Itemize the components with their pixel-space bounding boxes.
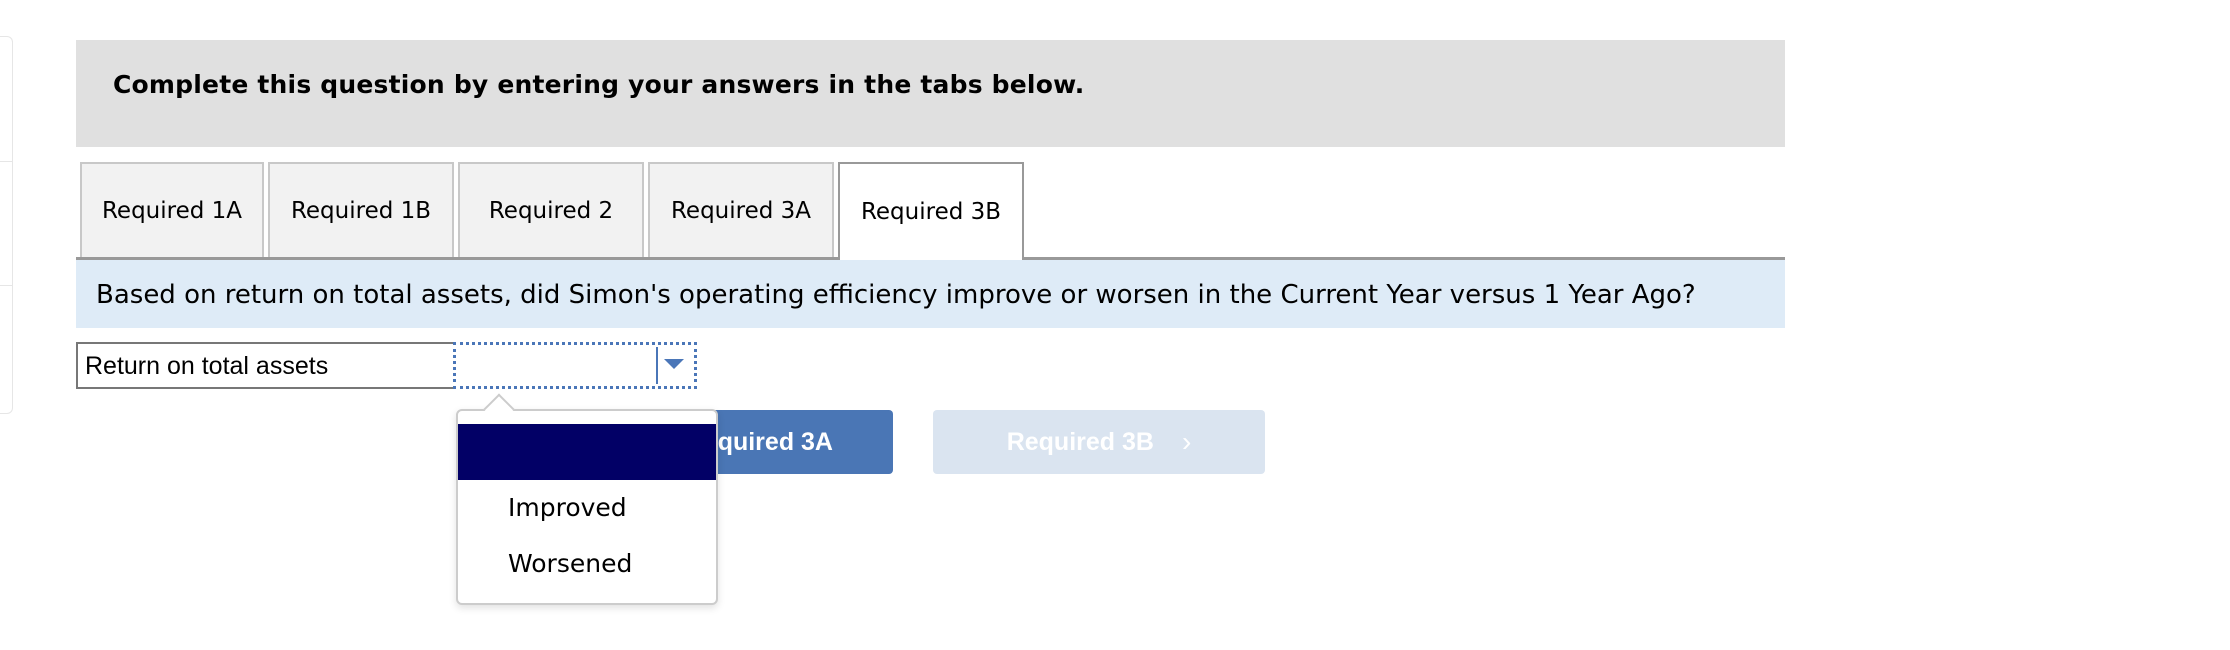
question-prompt: Based on return on total assets, did Sim…	[76, 257, 1785, 328]
answer-label: Return on total assets	[76, 342, 455, 389]
tab-required-2[interactable]: Required 2	[458, 162, 644, 258]
next-required-3b-button: Required 3B ›	[933, 410, 1265, 474]
dropdown-options-popup: Improved Worsened	[456, 393, 718, 605]
chevron-right-icon: ›	[1181, 426, 1192, 457]
question-text: Based on return on total assets, did Sim…	[96, 280, 1696, 310]
instructions-banner: Complete this question by entering your …	[76, 40, 1785, 147]
next-button-label: Required 3B	[1006, 427, 1154, 456]
panel-divider	[0, 285, 12, 286]
tab-required-1a[interactable]: Required 1A	[80, 162, 264, 258]
tab-required-3a[interactable]: Required 3A	[648, 162, 834, 258]
left-side-panel	[0, 36, 13, 414]
dropdown-option-blank[interactable]	[458, 424, 716, 480]
requirement-tabs: Required 1A Required 1B Required 2 Requi…	[76, 162, 1785, 260]
dropdown-option-worsened[interactable]: Worsened	[458, 536, 716, 592]
dropdown-divider	[656, 347, 658, 384]
instructions-text: Complete this question by entering your …	[113, 70, 1085, 99]
tab-required-3b[interactable]: Required 3B	[838, 162, 1024, 260]
tab-required-1b[interactable]: Required 1B	[268, 162, 454, 258]
popup-pointer	[483, 393, 515, 425]
panel-divider	[0, 161, 12, 162]
chevron-down-icon[interactable]	[664, 359, 684, 369]
dropdown-option-improved[interactable]: Improved	[458, 480, 716, 536]
answer-dropdown[interactable]	[453, 342, 697, 389]
